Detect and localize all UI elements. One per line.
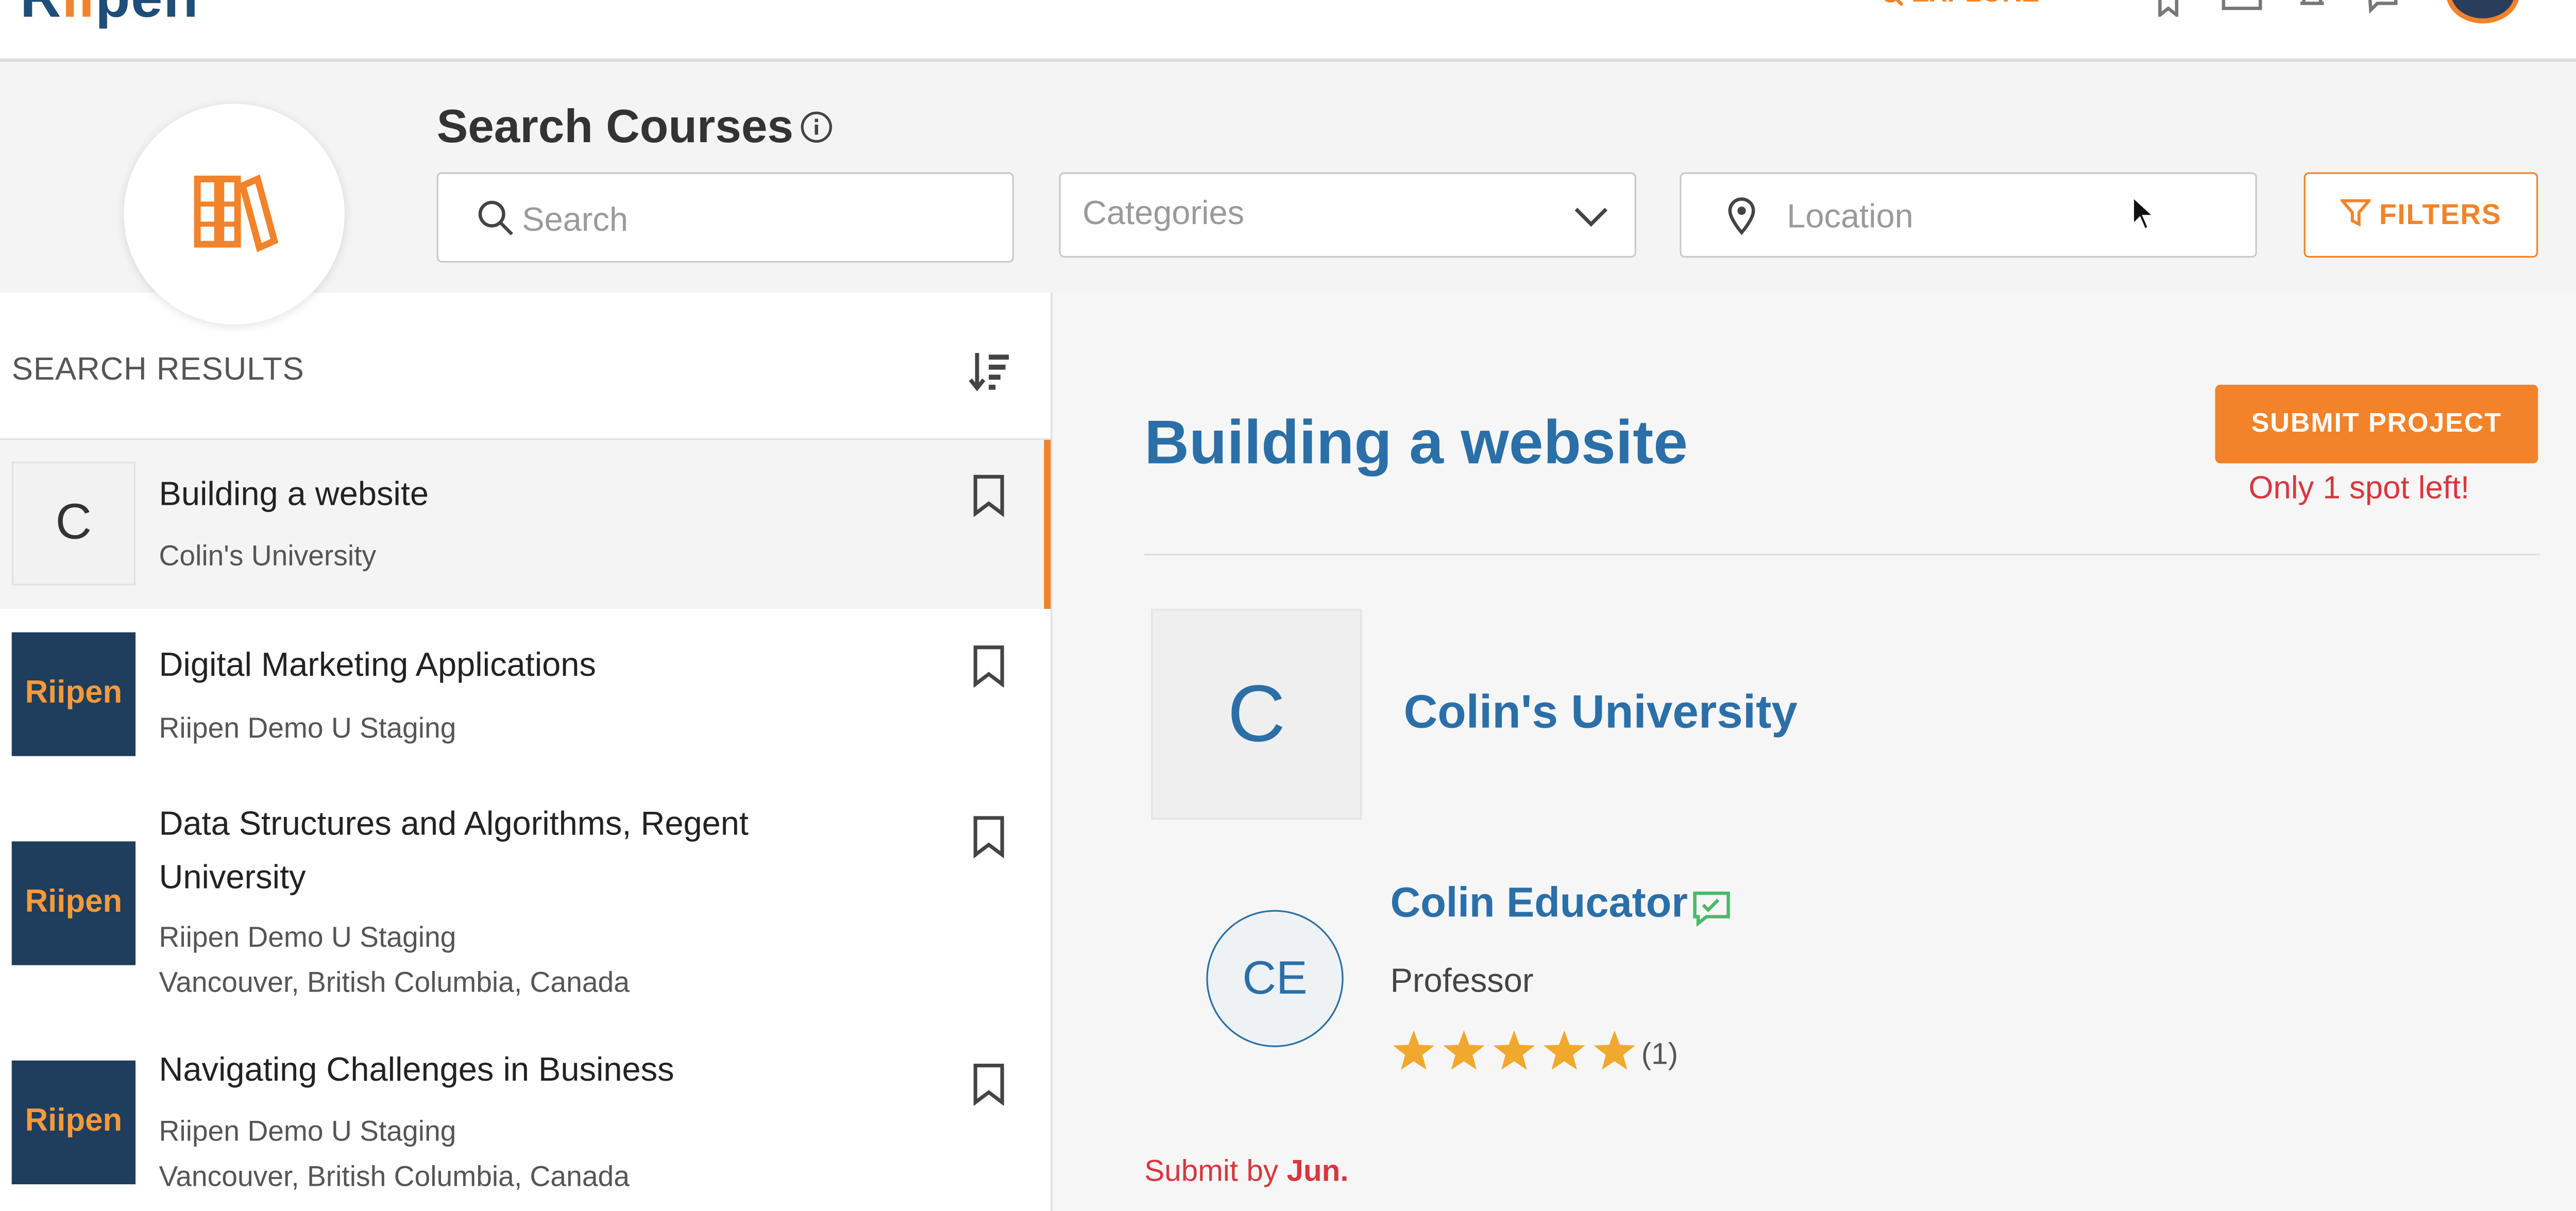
filters-button[interactable]: FILTERS	[2303, 172, 2538, 258]
educator-name-link[interactable]: Colin Educator	[1391, 880, 1688, 928]
riipen-thumbnail: Riipen	[11, 841, 136, 965]
search-field[interactable]	[436, 172, 1014, 263]
mouse-cursor-icon	[2132, 195, 2155, 231]
location-field[interactable]	[1680, 172, 2257, 258]
result-thumbnail: C	[11, 462, 136, 586]
riipen-thumbnail: Riipen	[11, 1060, 136, 1185]
result-item[interactable]: Riipen Digital Marketing Applications Ri…	[0, 610, 1050, 771]
result-item[interactable]: Riipen Data Structures and Algorithms, R…	[0, 791, 1050, 1017]
verified-icon	[1693, 891, 1730, 927]
thumbnail-text: Riipen	[25, 884, 123, 920]
rating-stars	[1393, 1030, 1636, 1070]
result-item[interactable]: C Building a website Colin's University	[0, 440, 1051, 609]
review-count: (1)	[1641, 1037, 1679, 1071]
bookmark-icon[interactable]	[970, 1062, 1007, 1106]
search-input[interactable]	[518, 197, 994, 245]
bookmark-icon[interactable]	[970, 814, 1007, 858]
books-icon	[194, 174, 279, 252]
filter-icon	[2338, 199, 2372, 227]
top-navbar: Riipen EXPLORE	[0, 0, 2576, 62]
submit-project-button[interactable]: SUBMIT PROJECT	[2215, 384, 2538, 464]
star-icon	[1493, 1030, 1535, 1070]
page-title: Search Courses	[436, 100, 793, 152]
result-institution: Riipen Demo U Staging	[159, 922, 456, 954]
star-icon	[1544, 1030, 1585, 1070]
thumbnail-text: Riipen	[25, 675, 123, 711]
org-avatar[interactable]: C	[1151, 609, 1362, 820]
location-input[interactable]	[1783, 194, 2226, 241]
bookmark-icon[interactable]	[970, 473, 1007, 517]
result-title: Data Structures and Algorithms, Regent U…	[159, 806, 749, 897]
result-location: Vancouver, British Columbia, Canada	[159, 1161, 630, 1193]
chat-icon[interactable]	[2366, 0, 2399, 16]
info-icon[interactable]	[800, 110, 833, 144]
spots-left-text: Only 1 spot left!	[2248, 471, 2470, 507]
educator-avatar[interactable]: CE	[1206, 910, 1344, 1047]
divider	[1144, 553, 2540, 556]
submit-by-text: Submit by Jun.	[1144, 1154, 1348, 1189]
courses-logo	[124, 104, 345, 325]
thumbnail-text: Riipen	[25, 1104, 123, 1139]
submit-by-prefix: Submit by	[1144, 1154, 1279, 1188]
search-icon	[1885, 0, 1904, 6]
educator-role: Professor	[1390, 963, 1534, 1000]
search-icon	[478, 200, 514, 235]
org-name-link[interactable]: Colin's University	[1404, 686, 1798, 739]
submit-by-date: Jun.	[1286, 1154, 1349, 1188]
result-title: Building a website	[159, 476, 429, 514]
result-institution: Colin's University	[159, 540, 377, 572]
explore-label: EXPLORE	[1911, 0, 2039, 8]
star-icon	[1393, 1030, 1435, 1070]
map-pin-icon	[1728, 197, 1755, 235]
riipen-logo[interactable]: Riipen	[20, 0, 199, 32]
riipen-thumbnail: Riipen	[11, 632, 136, 756]
result-title: Digital Marketing Applications	[159, 647, 596, 685]
result-location: Vancouver, British Columbia, Canada	[159, 966, 630, 999]
categories-select[interactable]: Categories	[1059, 172, 1636, 258]
explore-link[interactable]: EXPLORE	[1880, 0, 2039, 10]
user-avatar[interactable]	[2446, 0, 2520, 24]
result-title: Navigating Challenges in Business	[159, 1052, 674, 1089]
results-heading: SEARCH RESULTS	[11, 353, 304, 388]
project-title: Building a website	[1144, 408, 1688, 477]
result-institution: Riipen Demo U Staging	[159, 1116, 456, 1148]
app-root: Riipen EXPLORE Search Courses Categories	[0, 0, 2576, 1211]
star-icon	[1443, 1030, 1485, 1070]
bell-icon[interactable]	[2295, 0, 2329, 16]
bookmark-icon[interactable]	[970, 644, 1007, 688]
inbox-icon[interactable]	[2222, 0, 2262, 16]
chevron-down-icon	[1574, 208, 1608, 227]
filters-label: FILTERS	[2379, 199, 2502, 231]
star-icon	[1594, 1030, 1636, 1070]
sort-icon[interactable]	[967, 348, 1014, 395]
result-item[interactable]: Riipen Navigating Challenges in Business…	[0, 1039, 1050, 1211]
results-panel: SEARCH RESULTS C Building a website Coli…	[0, 293, 1053, 1211]
result-institution: Riipen Demo U Staging	[159, 712, 456, 745]
bookmark-icon[interactable]	[2151, 0, 2185, 17]
categories-placeholder: Categories	[1082, 195, 1245, 233]
